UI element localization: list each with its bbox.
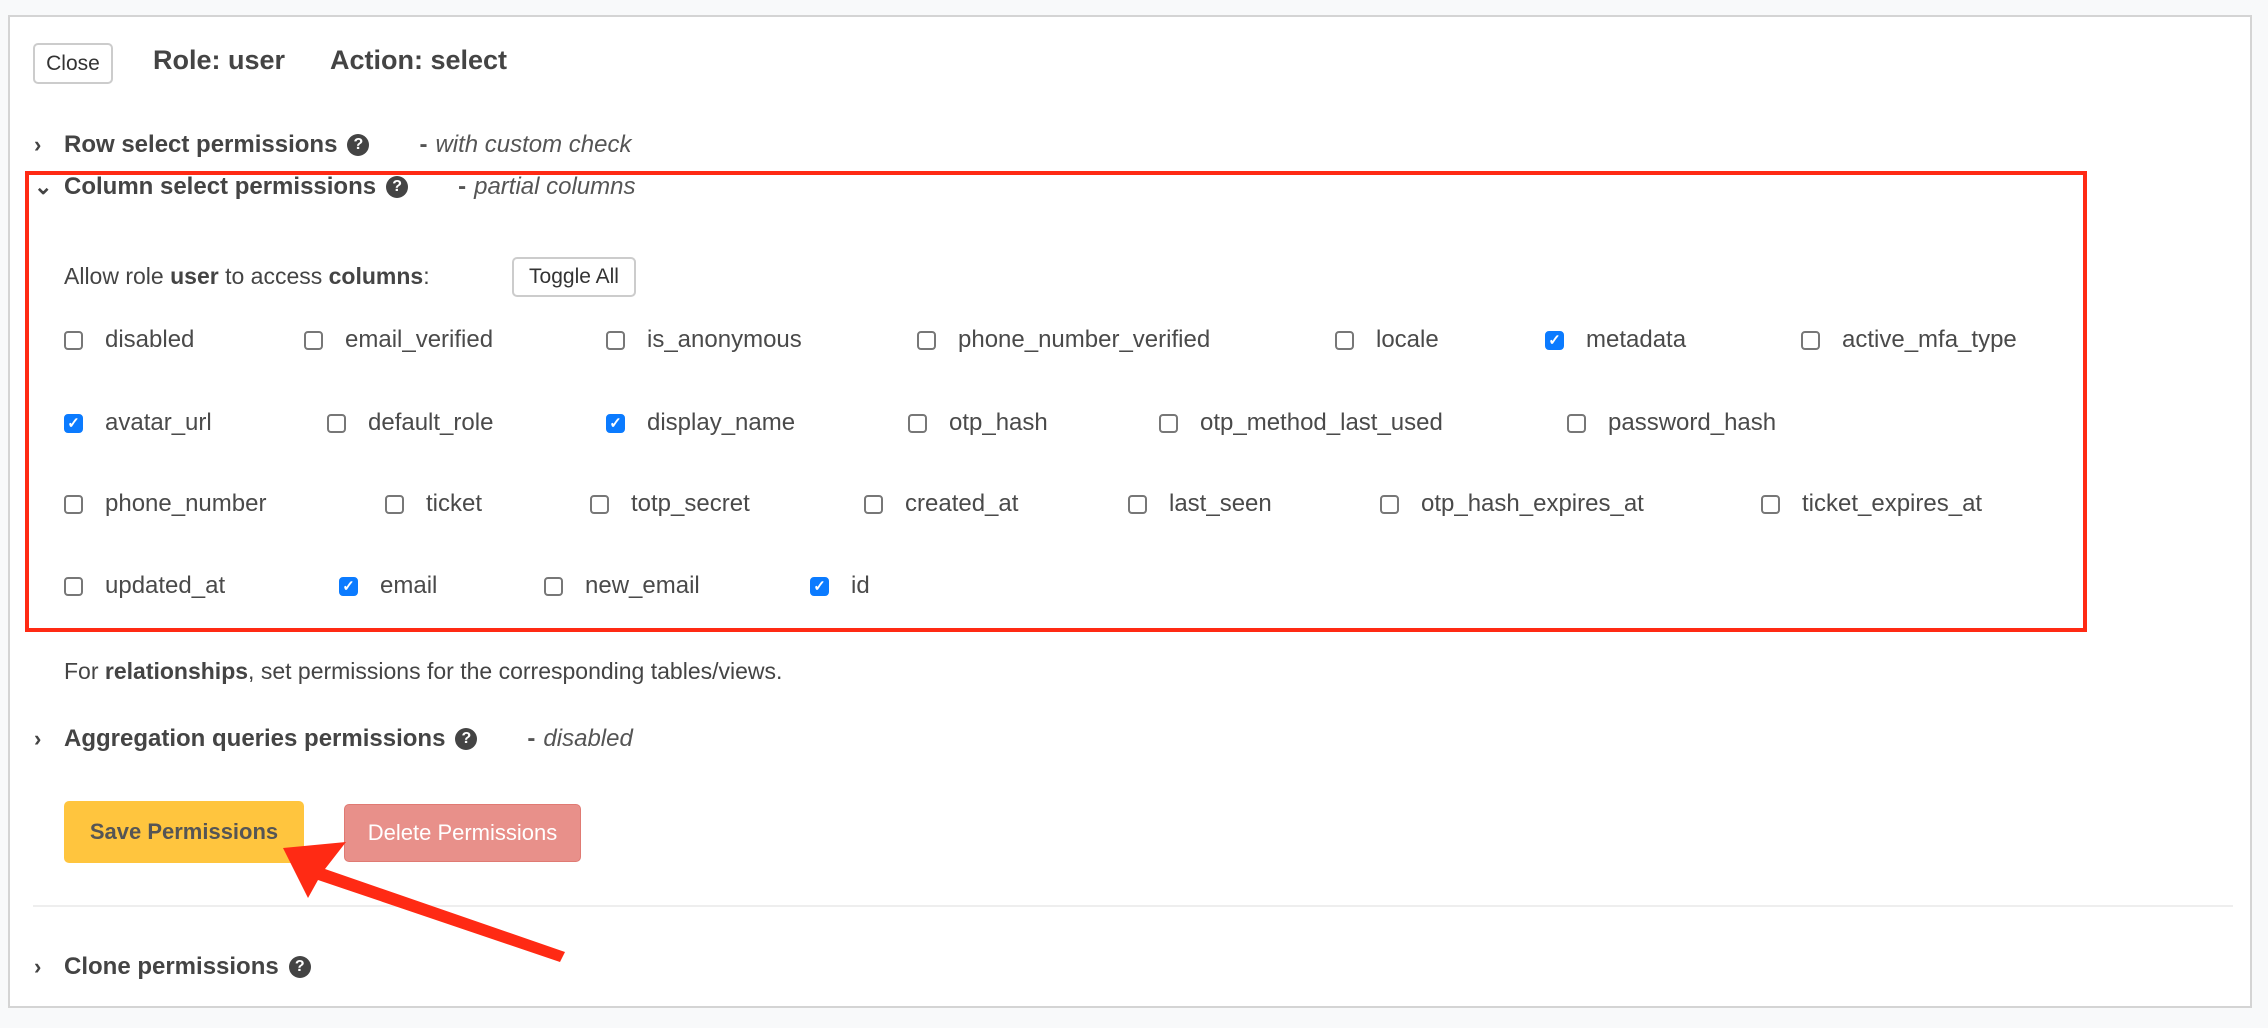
arrow-icon	[283, 842, 565, 962]
annotation-arrow	[283, 842, 565, 962]
